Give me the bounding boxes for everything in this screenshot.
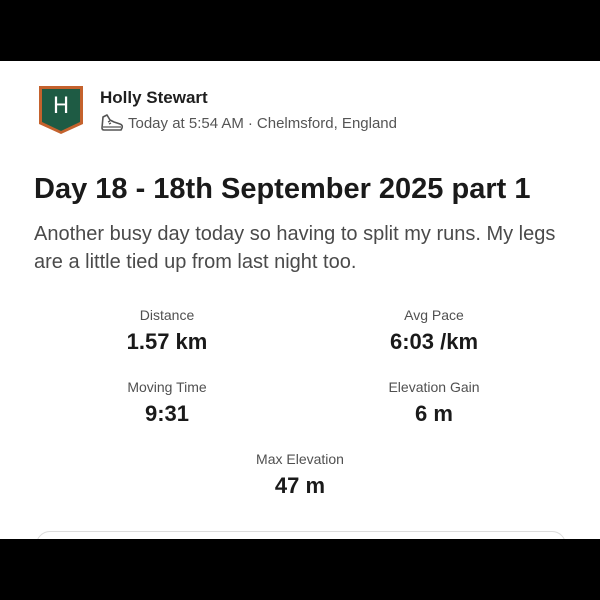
shoe-icon [101,114,124,131]
stat-label: Elevation Gain [388,379,480,395]
stat-max-elevation: Max Elevation 47 m [200,450,400,500]
activity-location: Chelmsford, England [256,114,397,132]
stat-avg-pace: Avg Pace 6:03 /km [334,306,534,356]
stat-label: Max Elevation [256,451,344,467]
stat-elevation-gain: Elevation Gain 6 m [334,378,534,428]
stat-value: 47 m [274,473,326,498]
stat-value: 6:03 /km [389,329,479,354]
stat-label: Avg Pace [404,307,464,323]
map-preview-card[interactable] [36,531,566,539]
stat-value: 9:31 [144,401,190,426]
stat-value: 1.57 km [126,329,208,354]
activity-meta: Today at 5:54 AM · Chelmsford, England [100,113,397,133]
activity-description: Another busy day today so having to spli… [34,223,556,273]
stat-moving-time: Moving Time 9:31 [67,378,267,428]
avatar[interactable]: H [37,84,85,136]
avatar-letter: H [52,94,70,119]
activity-timestamp: Today at 5:54 AM [128,114,244,132]
meta-separator: · [247,114,253,132]
stat-label: Moving Time [127,379,207,395]
activity-card: H Holly Stewart Today at 5:54 AM · Chelm… [0,61,600,539]
stat-distance: Distance 1.57 km [67,306,267,356]
stat-value: 6 m [415,401,453,426]
athlete-name[interactable]: Holly Stewart [100,88,208,108]
activity-title[interactable]: Day 18 - 18th September 2025 part 1 [34,173,530,206]
stat-label: Distance [139,307,195,323]
